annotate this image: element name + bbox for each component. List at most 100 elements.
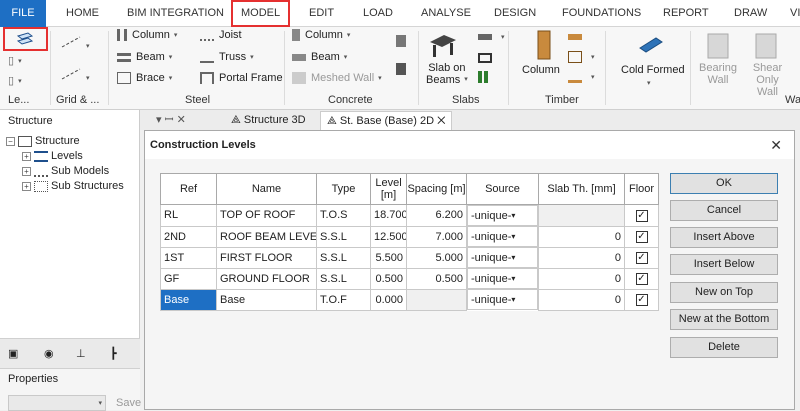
delete-button[interactable]: Delete (670, 337, 778, 358)
properties-dropdown[interactable]: ▾ (8, 395, 106, 411)
concrete-tool2-icon[interactable] (396, 63, 411, 76)
concrete-column-button[interactable]: Column ▾ (292, 29, 350, 42)
tree-item-sub-structures[interactable]: + Sub Structures (6, 179, 124, 194)
steel-column-button[interactable]: Column ▾ (117, 29, 177, 42)
floor-cell[interactable]: ✓ (624, 246, 659, 269)
type-cell[interactable]: S.S.L (316, 225, 371, 248)
slab-tool-icon[interactable]: ▾ (478, 31, 505, 43)
ok-button[interactable]: OK (670, 173, 778, 194)
tab-st-base-2d[interactable]: ⟁ St. Base (Base) 2D ✕ (320, 111, 453, 130)
level-cell[interactable]: 0.500 (370, 267, 407, 290)
shear-only-wall-button[interactable]: Shear Only Wall (745, 62, 790, 98)
tab-foundations[interactable]: FOUNDATIONS (562, 0, 641, 27)
bearing-wall-icon[interactable] (703, 30, 733, 60)
source-cell[interactable]: -unique- ▾ (467, 247, 538, 268)
table-row[interactable]: Base Base T.O.F 0.000 -unique- ▾ 0 ✓ (160, 288, 659, 311)
tab-design[interactable]: DESIGN (494, 0, 536, 27)
tab-load[interactable]: LOAD (363, 0, 393, 27)
timber-column-button[interactable]: Column (522, 64, 560, 76)
grid-line2-button[interactable]: ▾ (60, 67, 90, 84)
type-cell[interactable]: S.S.L (316, 267, 371, 290)
new-on-top-button[interactable]: New on Top (670, 282, 778, 303)
floor-checkbox[interactable]: ✓ (635, 231, 648, 243)
tab-bim-integration[interactable]: BIM INTEGRATION (127, 0, 224, 27)
level-tool2-icon[interactable]: ▯ ▾ (8, 74, 22, 87)
dropdown-arrow-icon[interactable]: ▾ (511, 211, 515, 220)
timber-tool2-icon[interactable]: ▾ (568, 51, 595, 64)
name-cell[interactable]: ROOF BEAM LEVEL (216, 225, 317, 248)
tab-analyse[interactable]: ANALYSE (421, 0, 471, 27)
insert-below-button[interactable]: Insert Below (670, 254, 778, 275)
slab-thickness-cell[interactable]: 0 (538, 267, 625, 290)
slab-thickness-cell[interactable]: 0 (538, 225, 625, 248)
floor-checkbox[interactable]: ✓ (635, 294, 648, 306)
spacing-cell[interactable] (406, 288, 467, 311)
table-row[interactable]: 1ST FIRST FLOOR S.S.L 5.500 5.000 -unique- ▾ 0 ✓ (160, 246, 659, 269)
floor-checkbox[interactable]: ✓ (635, 209, 648, 222)
name-cell[interactable]: FIRST FLOOR (216, 246, 317, 269)
steel-brace-button[interactable]: Brace ▾ (117, 72, 172, 85)
table-row[interactable]: GF GROUND FLOOR S.S.L 0.500 0.500 -unique- ▾ 0 ✓ (160, 267, 659, 290)
type-cell[interactable]: T.O.S (316, 204, 371, 227)
cold-formed-icon[interactable] (636, 30, 666, 60)
tree-item-levels[interactable]: + Levels (6, 149, 124, 164)
spacing-cell[interactable]: 7.000 (406, 225, 467, 248)
type-cell[interactable]: T.O.F (316, 288, 371, 311)
dropdown-arrow-icon[interactable]: ▾ (511, 253, 515, 262)
tab-model[interactable]: MODEL (231, 0, 291, 27)
timber-tool3-icon[interactable]: ▾ (568, 71, 595, 84)
floor-checkbox[interactable]: ✓ (635, 273, 648, 285)
close-tab-icon[interactable]: ✕ (437, 115, 445, 127)
name-cell[interactable]: Base (216, 288, 317, 311)
save-button[interactable]: Save (116, 397, 141, 409)
ref-cell[interactable]: GF (160, 267, 217, 290)
structure-view-icon[interactable]: ▣ (8, 347, 18, 360)
level-view-icon[interactable]: ┣ (110, 347, 117, 360)
tab-draw[interactable]: DRAW (734, 0, 767, 27)
steel-beam-button[interactable]: Beam ▾ (117, 51, 172, 63)
source-cell[interactable]: -unique- ▾ (467, 268, 538, 289)
floor-cell[interactable]: ✓ (624, 204, 659, 227)
table-row[interactable]: 2ND ROOF BEAM LEVEL S.S.L 12.500 7.000 -uniqu… (160, 225, 659, 248)
spacing-cell[interactable]: 5.000 (406, 246, 467, 269)
table-row[interactable]: RL TOP OF ROOF T.O.S 18.700 6.200 -unique- ▾ ✓ (160, 204, 659, 227)
timber-tool-icon[interactable] (568, 31, 587, 43)
tab-file[interactable]: FILE (0, 0, 46, 27)
dropdown-arrow-icon[interactable]: ▾ (511, 232, 515, 241)
floor-cell[interactable]: ✓ (624, 288, 659, 311)
levels-button[interactable] (3, 27, 48, 51)
slab-tool3-icon[interactable] (478, 71, 493, 84)
cold-formed-dropdown-icon[interactable]: ▾ (643, 77, 651, 89)
level-cell[interactable]: 12.500 (370, 225, 407, 248)
floor-checkbox[interactable]: ✓ (635, 252, 648, 264)
member-view-icon[interactable]: ⊥ (76, 347, 86, 360)
dropdown-arrow-icon[interactable]: ▾ (511, 295, 515, 304)
grid-line-button[interactable]: ▾ (60, 35, 90, 52)
source-cell[interactable]: -unique- ▾ (467, 289, 538, 310)
type-cell[interactable]: S.S.L (316, 246, 371, 269)
level-cell[interactable]: 0.000 (370, 288, 407, 311)
slab-on-beams-button[interactable]: Slab on Beams ▾ (426, 62, 468, 86)
slab-thickness-cell[interactable]: 0 (538, 246, 625, 269)
close-icon[interactable]: ✕ (770, 131, 782, 159)
slab-on-beams-icon[interactable] (428, 30, 458, 60)
ref-cell[interactable]: 2ND (160, 225, 217, 248)
name-cell[interactable]: TOP OF ROOF (216, 204, 317, 227)
level-cell[interactable]: 5.500 (370, 246, 407, 269)
portal-frame-button[interactable]: Portal Frame (200, 72, 283, 85)
timber-column-icon[interactable] (530, 30, 560, 60)
new-at-bottom-button[interactable]: New at the Bottom (670, 309, 778, 330)
joist-button[interactable]: Joist (200, 29, 242, 42)
spacing-cell[interactable]: 6.200 (406, 204, 467, 227)
concrete-beam-button[interactable]: Beam ▾ (292, 51, 347, 63)
loading-view-icon[interactable]: ◉ (44, 347, 54, 360)
tab-structure-3d[interactable]: ⟁ Structure 3D (225, 111, 312, 130)
cancel-button[interactable]: Cancel (670, 200, 778, 221)
spacing-cell[interactable]: 0.500 (406, 267, 467, 290)
tab-report[interactable]: REPORT (663, 0, 709, 27)
floor-cell[interactable]: ✓ (624, 267, 659, 290)
slab-thickness-cell[interactable] (538, 204, 625, 227)
floor-cell[interactable]: ✓ (624, 225, 659, 248)
bearing-wall-button[interactable]: Bearing Wall (698, 62, 738, 86)
ref-cell[interactable]: RL (160, 204, 217, 227)
